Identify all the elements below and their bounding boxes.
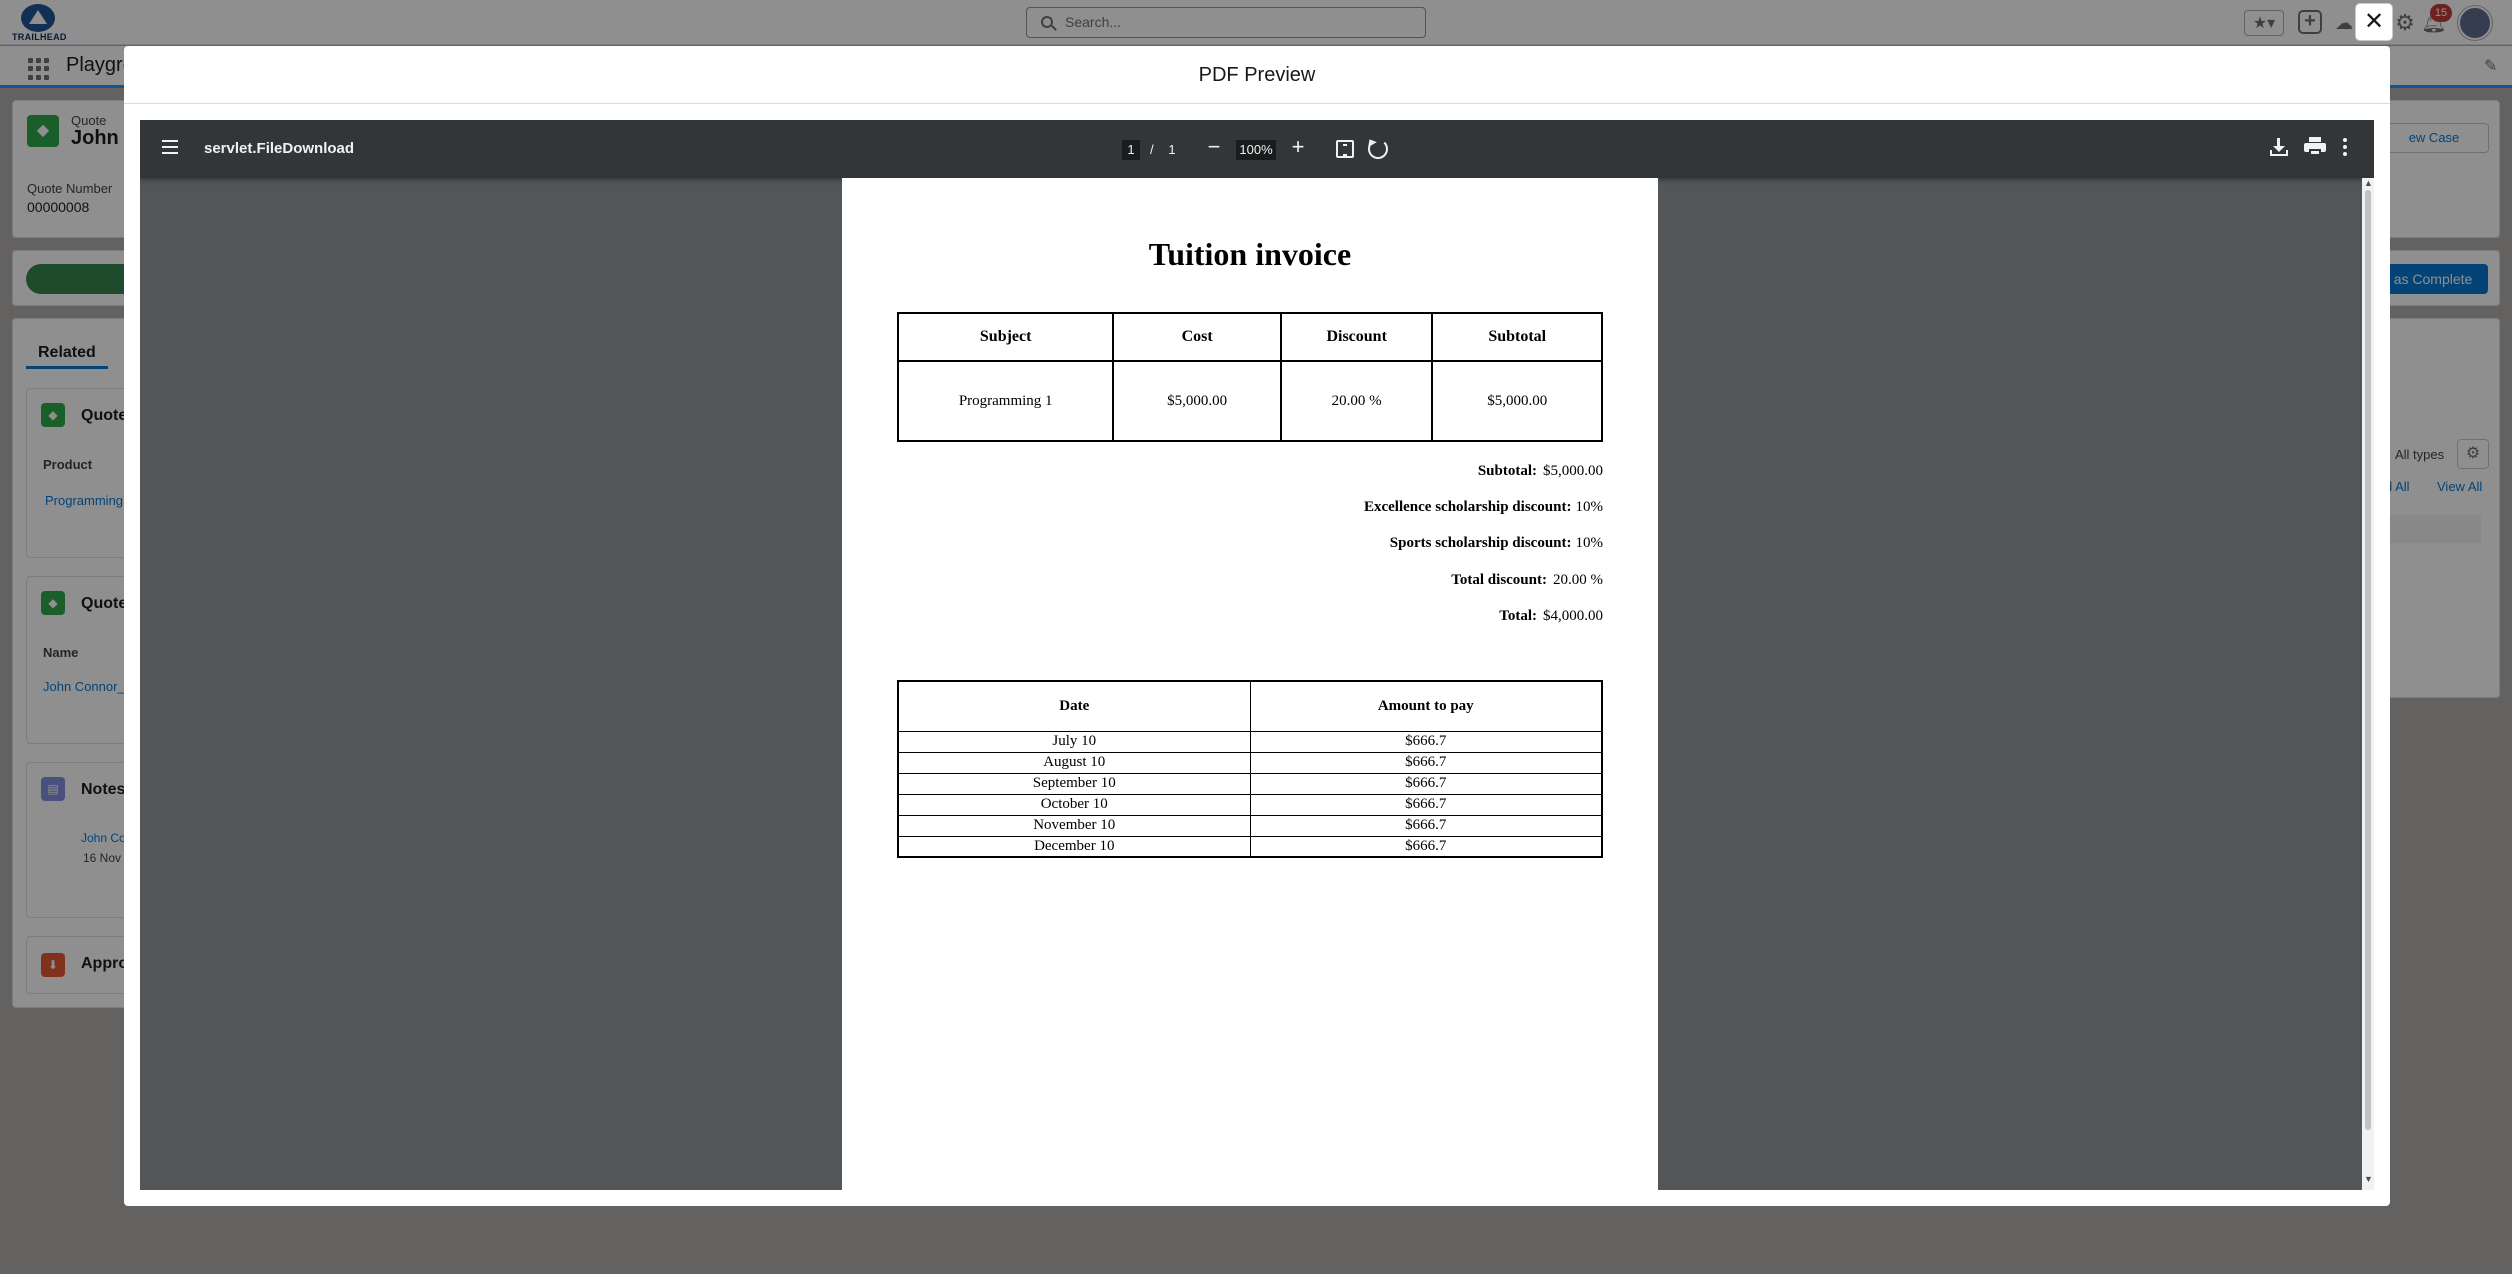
summary-subtotal: Subtotal: $5,000.00 [1478, 463, 1603, 480]
summary-value: 10% [1575, 499, 1604, 515]
amount-header: Amount to pay [1249, 680, 1603, 732]
schedule-date: August 10 [897, 751, 1251, 774]
invoice-title: Tuition invoice [1148, 236, 1352, 272]
summary-sports-discount: Sports scholarship discount: 10% [1390, 535, 1603, 552]
table-row: Programming 1 $5,000.00 20.00 % $5,000.0… [896, 360, 1603, 442]
schedule-amount: $666.7 [1249, 814, 1603, 837]
pdf-viewer: servlet.FileDownload 1 / 1 − 100% + Tuit… [140, 120, 2374, 1190]
item-subtotal: $5,000.00 [1431, 360, 1603, 442]
pdf-file-name: servlet.FileDownload [204, 140, 355, 157]
table-row: October 10 $666.7 [897, 793, 1603, 816]
schedule-date: July 10 [897, 730, 1251, 753]
summary-label: Excellence scholarship discount: [1363, 499, 1572, 515]
summary-label: Subtotal: [1477, 463, 1537, 479]
print-icon[interactable] [2304, 137, 2326, 157]
close-icon: ✕ [2363, 8, 2385, 35]
schedule-date: October 10 [897, 793, 1251, 816]
item-discount: 20.00 % [1279, 360, 1434, 442]
pdf-scrollbar[interactable]: ▲ ▼ [2362, 178, 2374, 1190]
pdf-preview-modal: PDF Preview servlet.FileDownload 1 / 1 −… [124, 46, 2390, 1206]
schedule-amount: $666.7 [1249, 751, 1603, 774]
page-separator: / [1150, 142, 1154, 157]
total-pages: 1 [1168, 142, 1176, 157]
payment-schedule-table: Date Amount to pay July 10 $666.7 August … [897, 680, 1603, 858]
table-row: July 10 $666.7 [897, 730, 1603, 753]
rotate-counterclockwise-icon[interactable] [1368, 139, 1388, 159]
table-row: December 10 $666.7 [897, 835, 1603, 858]
schedule-date: December 10 [897, 835, 1251, 858]
pdf-toolbar: servlet.FileDownload 1 / 1 − 100% + [140, 120, 2374, 178]
more-actions-icon[interactable] [2343, 138, 2347, 159]
subject-header: Subject [896, 312, 1115, 362]
item-cost: $5,000.00 [1112, 360, 1282, 442]
summary-value: $5,000.00 [1543, 463, 1603, 479]
summary-value: 10% [1575, 535, 1604, 551]
summary-total-discount: Total discount: 20.00 % [1451, 572, 1603, 589]
item-subject: Programming 1 [896, 360, 1115, 442]
current-page-input[interactable]: 1 [1122, 140, 1140, 160]
download-icon[interactable] [2268, 136, 2290, 158]
table-row: August 10 $666.7 [897, 751, 1603, 774]
table-row: November 10 $666.7 [897, 814, 1603, 837]
zoom-in-icon[interactable]: + [1286, 134, 1310, 160]
menu-hamburger-icon[interactable] [162, 140, 178, 154]
discount-header: Discount [1279, 312, 1434, 362]
scrollbar-thumb[interactable] [2365, 190, 2371, 1130]
pdf-page: Tuition invoice Subject Cost Discount Su… [842, 178, 1658, 1190]
summary-label: Total: [1499, 608, 1537, 624]
schedule-amount: $666.7 [1249, 793, 1603, 816]
zoom-out-icon[interactable]: − [1202, 134, 1226, 160]
scroll-down-icon[interactable]: ▼ [2364, 1174, 2373, 1184]
table-header-row: Subject Cost Discount Subtotal [896, 312, 1603, 362]
summary-total: Total: $4,000.00 [1499, 608, 1603, 625]
table-header-row: Date Amount to pay [897, 680, 1603, 732]
table-row: September 10 $666.7 [897, 772, 1603, 795]
summary-excellence-discount: Excellence scholarship discount: 10% [1364, 499, 1603, 516]
schedule-amount: $666.7 [1249, 730, 1603, 753]
schedule-date: September 10 [897, 772, 1251, 795]
date-header: Date [897, 680, 1251, 732]
subtotal-header: Subtotal [1431, 312, 1603, 362]
cost-header: Cost [1112, 312, 1282, 362]
summary-value: $4,000.00 [1543, 608, 1603, 624]
summary-label: Sports scholarship discount: [1389, 535, 1572, 551]
summary-value: 20.00 % [1553, 572, 1603, 588]
summary-label: Total discount: [1451, 572, 1547, 588]
close-modal-button[interactable]: ✕ [2356, 4, 2392, 40]
invoice-items-table: Subject Cost Discount Subtotal Programmi… [896, 312, 1603, 442]
schedule-amount: $666.7 [1249, 772, 1603, 795]
modal-title: PDF Preview [124, 46, 2390, 104]
schedule-amount: $666.7 [1249, 835, 1603, 858]
scroll-up-icon[interactable]: ▲ [2364, 178, 2373, 188]
fit-to-page-icon[interactable] [1336, 140, 1354, 158]
zoom-level-input[interactable]: 100% [1236, 140, 1276, 160]
schedule-date: November 10 [897, 814, 1251, 837]
